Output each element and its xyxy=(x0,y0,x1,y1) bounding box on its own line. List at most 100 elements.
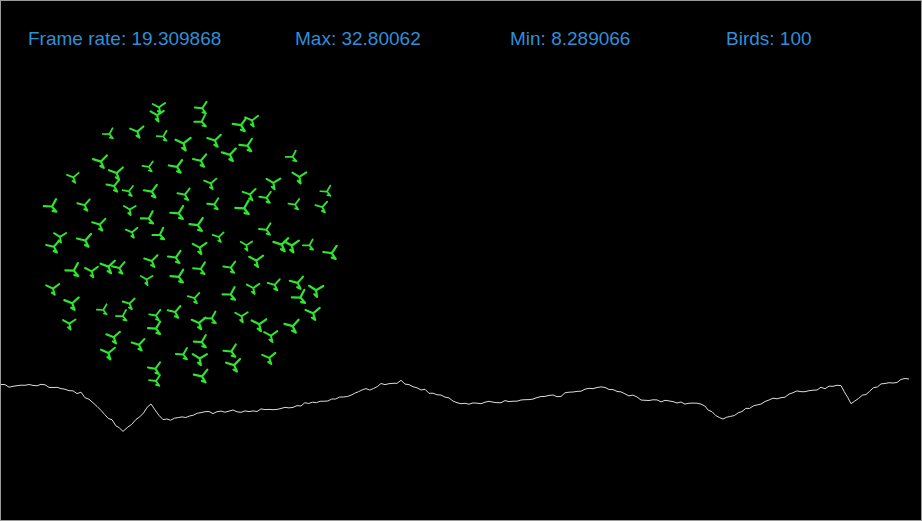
bird-icon xyxy=(189,218,206,234)
bird-icon xyxy=(175,348,190,362)
bird-icon xyxy=(194,115,210,130)
bird-icon xyxy=(193,154,209,168)
bird-icon xyxy=(177,189,192,202)
bird-icon xyxy=(102,128,116,141)
bird-icon xyxy=(93,156,108,169)
bird-icon xyxy=(239,139,256,154)
bird-icon xyxy=(285,151,300,165)
bird-icon xyxy=(46,283,59,295)
simulation-window: Frame rate: 19.309868Max: 32.80062Min: 8… xyxy=(0,0,922,521)
bird-icon xyxy=(175,137,190,150)
bird-icon xyxy=(193,262,209,276)
bird-icon xyxy=(122,298,135,309)
bird-icon xyxy=(123,204,136,216)
bird-icon xyxy=(170,270,187,286)
bird-icon xyxy=(140,211,157,227)
bird-icon xyxy=(204,312,220,327)
bird-icon xyxy=(143,185,159,200)
terrain-line xyxy=(1,379,909,432)
bird-icon xyxy=(77,234,93,248)
stat-label: Min: 8.289066 xyxy=(510,27,726,51)
bird-icon xyxy=(167,251,183,266)
bird-icon xyxy=(65,263,83,279)
bird-icon xyxy=(204,179,216,189)
bird-icon xyxy=(149,310,163,322)
bird-icon xyxy=(46,241,61,254)
bird-icon xyxy=(192,318,206,330)
bird-icon xyxy=(101,348,115,360)
bird-icon xyxy=(263,330,277,342)
bird-icon xyxy=(142,161,155,173)
bird-icon xyxy=(193,370,209,385)
bird-icon xyxy=(92,219,106,232)
bird-icon xyxy=(100,261,115,274)
bird-icon xyxy=(85,266,98,278)
bird-icon xyxy=(193,335,210,350)
bird-icon xyxy=(248,255,263,268)
bird-icon xyxy=(258,223,273,237)
bird-icon xyxy=(226,359,242,373)
bird-icon xyxy=(302,239,316,252)
bird-icon xyxy=(305,308,319,320)
bird-icon xyxy=(213,232,225,242)
bird-icon xyxy=(67,173,79,183)
bird-icon xyxy=(168,160,185,175)
bird-icon xyxy=(251,318,266,331)
bird-icon xyxy=(284,239,299,252)
bird-icon xyxy=(106,180,121,193)
bird-icon xyxy=(147,362,162,376)
bird-icon xyxy=(77,199,91,212)
bird-icon xyxy=(222,149,238,163)
bird-icon xyxy=(140,274,153,285)
bird-icon xyxy=(308,284,324,298)
bird-icon xyxy=(207,198,222,212)
bird-icon xyxy=(109,167,123,179)
bird-icon xyxy=(291,290,309,307)
bird-icon xyxy=(246,283,259,295)
bird-icon xyxy=(291,171,306,184)
bird-icon xyxy=(289,277,304,291)
bird-icon xyxy=(115,310,130,324)
bird-icon xyxy=(323,246,340,262)
bird-icon xyxy=(152,228,168,243)
stat-label: Max: 32.80062 xyxy=(295,27,510,51)
bird-icon xyxy=(149,375,163,388)
bird-icon xyxy=(259,192,274,205)
bird-icon xyxy=(288,199,302,211)
bird-icon xyxy=(273,238,289,252)
stats-bar: Frame rate: 19.309868Max: 32.80062Min: 8… xyxy=(1,1,921,60)
bird-icon xyxy=(223,261,238,275)
bird-icon xyxy=(152,102,165,113)
bird-icon xyxy=(147,322,164,338)
bird-icon xyxy=(191,352,207,366)
bird-icon xyxy=(320,186,334,199)
bird-icon xyxy=(156,131,170,144)
bird-icon xyxy=(192,242,207,255)
bird-icon xyxy=(222,287,239,303)
bird-icon xyxy=(188,293,201,304)
bird-icon xyxy=(130,126,143,137)
bird-icon xyxy=(315,202,328,214)
bird-icon xyxy=(234,311,247,323)
bird-icon xyxy=(240,240,253,251)
bird-icon xyxy=(96,304,110,317)
bird-icon xyxy=(149,109,163,122)
bird-icon xyxy=(243,189,257,201)
bird-icon xyxy=(144,255,158,268)
bird-icon xyxy=(106,332,120,344)
flock-canvas xyxy=(1,60,921,520)
bird-icon xyxy=(223,344,240,359)
bird-icon xyxy=(112,262,127,275)
bird-icon xyxy=(284,320,300,334)
bird-icon xyxy=(122,186,135,198)
bird-icon xyxy=(131,339,145,352)
bird-icon xyxy=(232,118,249,133)
bird-icon xyxy=(170,206,187,222)
stat-label: Frame rate: 19.309868 xyxy=(28,27,295,51)
bird-icon xyxy=(245,115,258,126)
bird-icon xyxy=(194,102,209,116)
bird-icon xyxy=(207,135,222,148)
stat-label: Birds: 100 xyxy=(726,27,886,51)
bird-icon xyxy=(126,228,138,238)
bird-icon xyxy=(262,353,275,364)
